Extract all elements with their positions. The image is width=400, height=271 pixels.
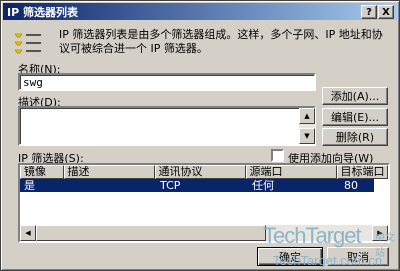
cell-dest-port: 80 <box>344 179 358 192</box>
list-header: 镜像 描述 通讯协议 源端口 目标端口 <box>20 165 388 179</box>
cell-mirrored: 是 <box>24 179 35 192</box>
column-header-mirrored[interactable]: 镜像 <box>20 165 64 179</box>
cell-protocol: TCP <box>160 179 181 192</box>
column-header-source-port[interactable]: 源端口 <box>245 165 337 179</box>
table-row[interactable]: 是 TCP 任何 80 <box>20 179 374 192</box>
scroll-thumb[interactable] <box>36 225 266 241</box>
title-bar[interactable]: IP 筛选器列表 ? X <box>3 3 397 20</box>
cell-description <box>64 179 156 192</box>
description-input[interactable] <box>18 106 316 146</box>
scroll-right-icon[interactable]: ▶ <box>372 225 388 241</box>
column-header-dest-port[interactable]: 目标端口 <box>336 165 388 179</box>
scroll-up-icon[interactable]: ▲ <box>299 108 315 124</box>
scroll-down-icon[interactable]: ▼ <box>299 128 315 144</box>
ok-button[interactable]: 确定 <box>257 247 323 266</box>
close-icon: X <box>382 6 390 18</box>
column-header-protocol[interactable]: 通讯协议 <box>154 165 246 179</box>
window-title: IP 筛选器列表 <box>7 5 78 19</box>
description-scrollbar[interactable]: ▲ ▼ <box>299 108 315 144</box>
add-wizard-checkbox[interactable] <box>271 149 284 162</box>
name-input[interactable]: swg <box>18 73 316 91</box>
cell-source-port: 任何 <box>252 179 274 192</box>
close-button[interactable]: X <box>378 5 394 19</box>
help-button[interactable]: ? <box>361 5 377 19</box>
column-header-description[interactable]: 描述 <box>63 165 155 179</box>
ip-filter-list-dialog: IP 筛选器列表 ? X IP 筛选器列表是由多个筛选器组成。这样，多个子网、I… <box>0 0 400 271</box>
edit-button[interactable]: 编辑(E)... <box>322 108 388 126</box>
filters-list[interactable]: 镜像 描述 通讯协议 源端口 目标端口 是 TCP 任何 80 ◀ ▶ <box>18 163 390 243</box>
scroll-left-icon[interactable]: ◀ <box>20 225 36 241</box>
add-button[interactable]: 添加(A)... <box>322 87 388 105</box>
list-horizontal-scrollbar[interactable]: ◀ ▶ <box>20 225 388 241</box>
filter-list-icon <box>14 33 41 54</box>
info-text: IP 筛选器列表是由多个筛选器组成。这样，多个子网、IP 地址和协议可被综合进一… <box>59 28 383 55</box>
help-icon: ? <box>366 6 372 18</box>
cancel-button[interactable]: 取消 <box>327 247 389 266</box>
remove-button[interactable]: 删除(R) <box>322 128 388 146</box>
